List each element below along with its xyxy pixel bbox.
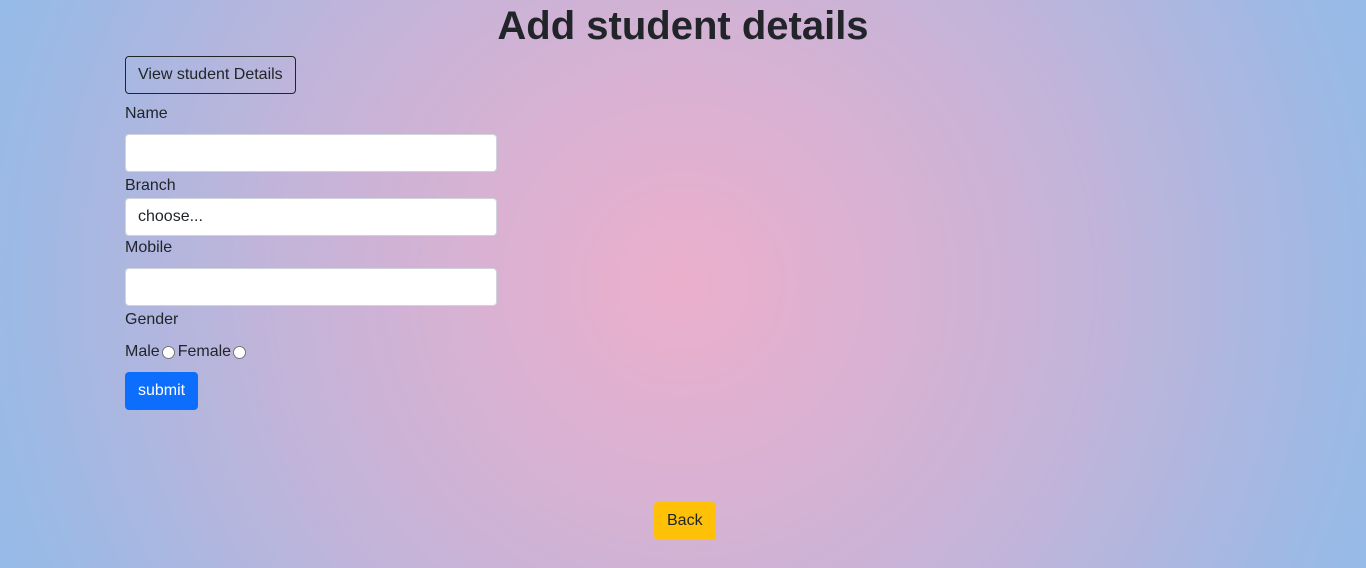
- submit-button[interactable]: submit: [125, 372, 199, 410]
- student-form: View student Details Name Branch choose.…: [125, 56, 497, 410]
- gender-radio-group: Male Female: [125, 342, 497, 362]
- gender-label: Gender: [125, 311, 179, 328]
- name-input[interactable]: [125, 134, 497, 172]
- name-label: Name: [125, 105, 168, 122]
- back-button[interactable]: Back: [654, 502, 716, 540]
- male-radio[interactable]: [161, 345, 175, 359]
- branch-label: Branch: [125, 177, 176, 194]
- mobile-input[interactable]: [125, 268, 497, 306]
- view-student-details-button[interactable]: View student Details: [125, 56, 296, 94]
- female-label: Female: [177, 343, 232, 360]
- male-label: Male: [125, 343, 160, 360]
- branch-selected-value: choose...: [138, 208, 203, 225]
- mobile-label: Mobile: [125, 239, 173, 256]
- page-title: Add student details: [497, 4, 869, 48]
- branch-select[interactable]: choose...: [125, 198, 497, 236]
- female-radio[interactable]: [233, 345, 247, 359]
